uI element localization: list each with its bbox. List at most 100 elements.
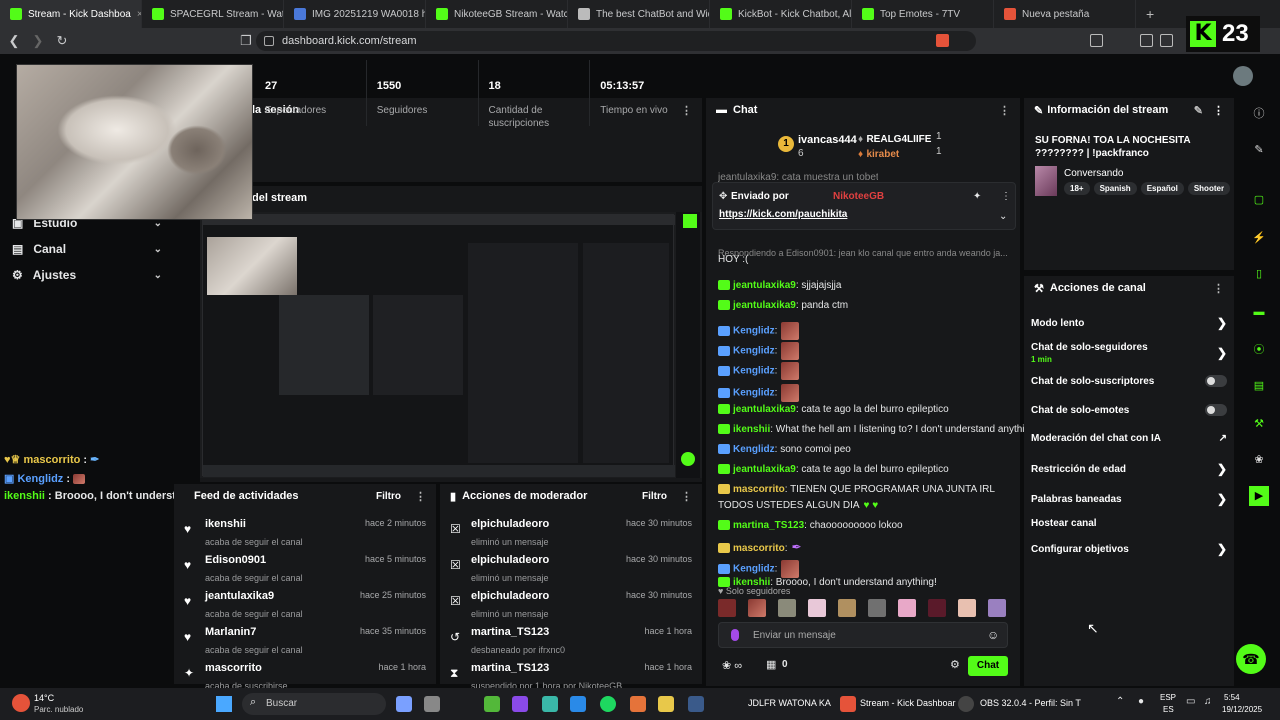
chat-username[interactable]: jeantulaxika9 [733,280,796,291]
pencil-icon[interactable]: ✎ [1249,140,1269,160]
more-icon[interactable]: ⋮ [681,490,692,503]
more-icon[interactable]: ⋮ [1001,191,1011,202]
chevron-down-icon[interactable]: ⌄ [999,211,1007,222]
chat-message[interactable]: Kenglidz: [718,322,800,340]
emote-icon[interactable] [868,599,886,617]
emote-icon[interactable] [748,599,766,617]
wrench-icon[interactable]: ⚒ [1249,414,1269,434]
chat-username[interactable]: Kenglidz [733,564,775,575]
pinned-link[interactable]: https://kick.com/pauchikita [719,209,847,220]
brave-icon[interactable] [840,696,856,712]
chat-username[interactable]: Kenglidz [733,388,775,399]
taskbar-app-2[interactable]: Stream - Kick Dashboar [860,698,956,708]
moderator-user[interactable]: martina_TS123 [471,662,549,674]
more-icon[interactable]: ⋮ [1213,104,1224,117]
moderator-item[interactable]: ☒ elpichuladeoro eliminó un mensaje hace 30… [450,554,692,586]
chat-username[interactable]: mascorrito [733,543,785,554]
channel-action-item[interactable]: Chat de solo-suscriptores [1031,375,1227,387]
chat-message[interactable]: jeantulaxika9: cata te ago la del burro … [718,464,949,475]
chat-username[interactable]: Kenglidz [733,444,775,455]
activity-item[interactable]: ♥ Marlanin7 acaba de seguir el canal hace 3… [184,626,426,658]
app-icon[interactable] [630,696,646,712]
file-explorer-icon[interactable] [658,696,674,712]
chat-message[interactable]: Kenglidz: [718,560,800,578]
chat-message[interactable]: Kenglidz: [718,342,800,360]
activity-user[interactable]: Edison0901 [205,554,266,566]
brave-shield-icon[interactable] [936,34,949,47]
mic-icon[interactable] [731,629,739,641]
broadcast-icon[interactable]: ⦿ [1249,340,1269,360]
taskbar-search[interactable]: ⌕ Buscar [242,693,386,715]
toggle-switch[interactable] [1205,404,1227,416]
task-view-icon[interactable] [424,696,440,712]
weather-icon[interactable] [12,694,30,712]
tab-3[interactable]: NikoteeGB Stream - Watch Liv [426,0,568,28]
emote-icon[interactable] [718,599,736,617]
edit-icon[interactable]: ✎ [1194,104,1203,117]
tag[interactable]: Spanish [1093,182,1137,195]
copilot-icon[interactable] [396,696,412,712]
more-icon[interactable]: ⋮ [415,490,426,503]
gift-box-icon[interactable]: ▦ [766,658,776,671]
channel-action-item[interactable]: Chat de solo-emotes [1031,404,1227,416]
chat-username[interactable]: jeantulaxika9 [733,300,796,311]
unpin-icon[interactable]: ✦ [973,191,981,202]
channel-action-item[interactable]: Palabras baneadas ❯ [1031,492,1227,506]
new-tab-icon[interactable]: + [1136,6,1164,22]
edge-icon[interactable] [542,696,558,712]
moderator-user[interactable]: elpichuladeoro [471,590,549,602]
phone-icon[interactable]: ▯ [1249,264,1269,284]
category-name[interactable]: Conversando [1064,168,1123,179]
tab-1[interactable]: SPACEGRL Stream - Watch Liv [142,0,284,28]
music-icon[interactable] [1140,34,1153,47]
tab-6[interactable]: Top Emotes - 7TV [852,0,994,28]
tag[interactable]: Español [1140,182,1184,195]
more-icon[interactable]: ⋮ [999,104,1010,117]
clock-date[interactable]: 19/12/2025 [1222,705,1262,714]
clock-time[interactable]: 5:54 [1224,693,1240,702]
chat-username[interactable]: mascorrito [733,484,785,495]
lang-1[interactable]: ESP [1160,693,1176,702]
toggle-switch[interactable] [1205,375,1227,387]
spotify-icon[interactable] [600,696,616,712]
channel-action-item[interactable]: Restricción de edad ❯ [1031,462,1227,476]
sidebar-item-settings[interactable]: ⚙ Ajustes ⌄ [12,268,162,282]
windows-start-icon[interactable] [216,696,232,712]
site-info-icon[interactable] [264,36,274,46]
activity-user[interactable]: Marlanin7 [205,626,256,638]
gear-icon[interactable]: ⚙ [950,658,960,671]
chat-username[interactable]: Kenglidz [733,346,775,357]
taskbar-app-1[interactable]: JDLFR WATONA KA [748,698,831,708]
tag[interactable]: 18+ [1064,182,1090,195]
emote-icon[interactable] [838,599,856,617]
chat-message[interactable]: mascorrito: ✒ [718,540,802,554]
chat-username[interactable]: Kenglidz [733,326,775,337]
chat-message[interactable]: HOY :( [718,254,748,265]
steam-icon[interactable] [688,696,704,712]
chat-username[interactable]: ikenshii [733,424,770,435]
chat-input[interactable]: Enviar un mensaje ☺ [718,622,1008,648]
moderator-item[interactable]: ☒ elpichuladeoro eliminó un mensaje hace 30… [450,590,692,622]
activity-item[interactable]: ♥ ikenshii acaba de seguir el canal hace 2 … [184,518,426,550]
activity-user[interactable]: mascorrito [205,662,262,674]
activity-item[interactable]: ♥ jeantulaxika9 acaba de seguir el canal ha… [184,590,426,622]
tag[interactable]: Shooter [1187,182,1231,195]
microphone-icon[interactable]: ● [1138,696,1144,707]
pinned-message[interactable]: ✥ Enviado por NikoteeGB ✦ ⋮ https://kick… [712,182,1016,230]
chat-username[interactable]: jeantulaxika9 [733,464,796,475]
moderator-user[interactable]: elpichuladeoro [471,554,549,566]
xbox-icon[interactable] [484,696,500,712]
sidebar-item-channel[interactable]: ▤ Canal ⌄ [12,242,162,256]
chat-message[interactable]: jeantulaxika9: sjjajajsjja [718,280,841,291]
chat-message[interactable]: ikenshii: What the hell am I listening t… [718,424,1038,435]
users-icon[interactable]: ❀ [1249,450,1269,470]
chat-username[interactable]: Kenglidz [733,366,775,377]
moderator-item[interactable]: ↺ martina_TS123 desbaneado por ifrxnc0 hace… [450,626,692,658]
chat-bubble-icon[interactable]: ▬ [1249,302,1269,322]
chat-message[interactable]: Kenglidz: sono comoi peo [718,444,851,455]
chat-message[interactable]: jeantulaxika9: panda ctm [718,300,848,311]
taskbar-app-3[interactable]: OBS 32.0.4 - Perfil: Sin T [980,698,1081,708]
chat-message[interactable]: martina_TS123: chaooooooooo lokoo [718,520,903,531]
send-chat-button[interactable]: Chat [968,656,1008,676]
moderator-filter-button[interactable]: Filtro [642,491,667,502]
